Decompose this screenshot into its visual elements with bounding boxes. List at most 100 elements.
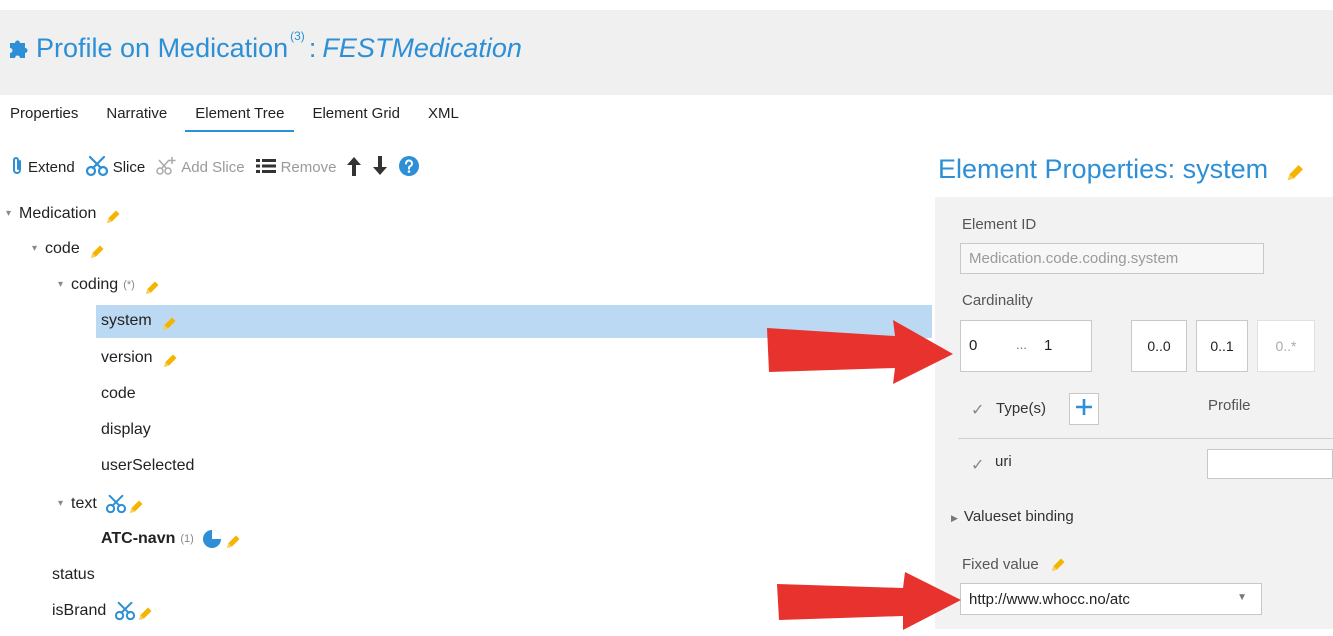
tree-node-label: coding xyxy=(71,276,119,293)
expand-caret-icon[interactable]: ▾ xyxy=(58,268,63,302)
pencil-icon xyxy=(160,312,178,330)
cardinality-preset-0-1[interactable]: 0..1 xyxy=(1196,320,1248,372)
tab-element-tree[interactable]: Element Tree xyxy=(181,100,298,132)
cardinality-preset-0-star[interactable]: 0..* xyxy=(1257,320,1315,372)
profile-name: FESTMedication xyxy=(322,32,522,63)
tree-node-code[interactable]: ▾ code xyxy=(32,232,106,266)
tree-node-label: text xyxy=(71,495,97,512)
cardinality-hint: (*) xyxy=(123,279,135,291)
extend-button[interactable]: Extend xyxy=(10,156,75,180)
slice-entry-icon xyxy=(202,529,222,549)
cardinality-label: Cardinality xyxy=(962,292,1033,309)
pencil-icon xyxy=(143,276,161,294)
tree-node-system[interactable]: system xyxy=(101,304,178,338)
tab-xml[interactable]: XML xyxy=(414,100,473,132)
tree-node-label: code xyxy=(101,385,136,402)
scissors-plus-icon xyxy=(155,156,177,180)
tree-node-coding[interactable]: ▾ coding (*) xyxy=(58,268,161,302)
fixed-value-select[interactable]: http://www.whocc.no/atc ▼ xyxy=(960,583,1262,615)
fixed-value-text: http://www.whocc.no/atc xyxy=(969,590,1130,608)
pencil-icon xyxy=(1049,556,1067,574)
page-title: Profile on Medication (3) : FESTMedicati… xyxy=(6,28,522,68)
expand-caret-icon: ▶ xyxy=(951,513,958,523)
tree-node-label: version xyxy=(101,349,153,366)
expand-caret-icon[interactable]: ▾ xyxy=(58,487,63,521)
pencil-icon xyxy=(88,240,106,258)
title-text: Profile on Medication xyxy=(36,32,289,63)
cardinality-preset-0-0[interactable]: 0..0 xyxy=(1131,320,1187,372)
slice-label: Slice xyxy=(112,159,146,176)
red-arrow-fixed-value xyxy=(777,572,961,630)
fixed-value-label: Fixed value xyxy=(962,556,1067,574)
slice-button[interactable]: Slice xyxy=(85,155,146,181)
tree-node-display[interactable]: display xyxy=(101,413,151,447)
move-down-button[interactable] xyxy=(372,155,388,181)
cardinality-dots: ... xyxy=(1016,337,1027,352)
arrow-down-icon xyxy=(372,155,388,181)
tree-node-label: Medication xyxy=(19,205,97,222)
remove-label: Remove xyxy=(280,159,337,176)
cardinality-editor: 0 ... 1 xyxy=(960,320,1092,372)
plus-icon xyxy=(1074,397,1094,422)
tree-node-label: ATC-navn xyxy=(101,530,176,547)
cardinality-hint: (1) xyxy=(180,533,194,545)
tree-node-text[interactable]: ▾ text xyxy=(58,487,145,521)
title-separator: : xyxy=(308,32,317,63)
tree-node-label: isBrand xyxy=(52,602,107,619)
type-profile-field[interactable] xyxy=(1207,449,1333,479)
puzzle-icon xyxy=(6,36,30,60)
tab-element-grid[interactable]: Element Grid xyxy=(298,100,414,132)
tree-node-code-leaf[interactable]: code xyxy=(101,377,136,411)
red-arrow-cardinality xyxy=(767,320,953,384)
tree-node-label: status xyxy=(52,566,95,583)
checkmark-icon[interactable]: ✓ xyxy=(971,400,984,420)
pencil-icon xyxy=(224,530,242,548)
tab-narrative[interactable]: Narrative xyxy=(92,100,181,132)
scissors-icon xyxy=(85,155,109,181)
add-type-button[interactable] xyxy=(1069,393,1099,425)
tree-node-label: userSelected xyxy=(101,457,195,474)
expand-caret-icon[interactable]: ▾ xyxy=(32,232,37,266)
paperclip-icon xyxy=(10,156,24,180)
divider xyxy=(958,438,1333,439)
valueset-binding-label: Valueset binding xyxy=(963,508,1074,525)
tree-node-version[interactable]: version xyxy=(101,341,179,375)
remove-button[interactable]: Remove xyxy=(255,157,337,179)
arrow-up-icon xyxy=(346,155,362,181)
tree-node-isbrand[interactable]: isBrand xyxy=(52,594,154,628)
help-button[interactable] xyxy=(398,155,420,181)
valueset-binding-expander[interactable]: ▶ Valueset binding xyxy=(951,508,1074,525)
title-superscript: (3) xyxy=(290,29,305,43)
scissors-icon xyxy=(105,494,127,514)
tree-node-label: system xyxy=(101,312,152,329)
pencil-icon xyxy=(161,349,179,367)
dropdown-caret-icon[interactable]: ▼ xyxy=(1237,592,1247,603)
tree-node-atc-navn[interactable]: ATC-navn (1) xyxy=(101,522,242,556)
tab-properties[interactable]: Properties xyxy=(0,100,92,132)
tree-node-label: code xyxy=(45,240,80,257)
element-id-label: Element ID xyxy=(962,216,1037,233)
extend-label: Extend xyxy=(28,159,75,176)
cardinality-min-input[interactable]: 0 xyxy=(969,337,977,354)
add-slice-button[interactable]: Add Slice xyxy=(155,156,245,180)
pencil-icon xyxy=(127,495,145,513)
type-uri-label: uri xyxy=(995,453,1012,470)
tree-node-status[interactable]: status xyxy=(52,558,95,592)
tree-node-label: display xyxy=(101,421,151,438)
pencil-icon xyxy=(1284,160,1306,182)
tree-node-medication[interactable]: ▾ Medication xyxy=(6,197,122,231)
panel-title-text: Element Properties: system xyxy=(938,154,1269,184)
expand-caret-icon[interactable]: ▾ xyxy=(6,197,11,231)
pencil-icon xyxy=(104,205,122,223)
move-up-button[interactable] xyxy=(346,155,362,181)
panel-title: Element Properties: system xyxy=(938,154,1306,185)
pencil-icon xyxy=(136,602,154,620)
toolbar: Extend Slice Add Slice Remove xyxy=(0,140,515,195)
checkmark-icon[interactable]: ✓ xyxy=(971,455,984,475)
scissors-icon xyxy=(114,601,136,621)
cardinality-max-input[interactable]: 1 xyxy=(1044,337,1052,354)
element-id-field[interactable]: Medication.code.coding.system xyxy=(960,243,1264,274)
list-icon xyxy=(255,157,277,179)
help-icon xyxy=(398,155,420,181)
tree-node-userselected[interactable]: userSelected xyxy=(101,449,194,483)
